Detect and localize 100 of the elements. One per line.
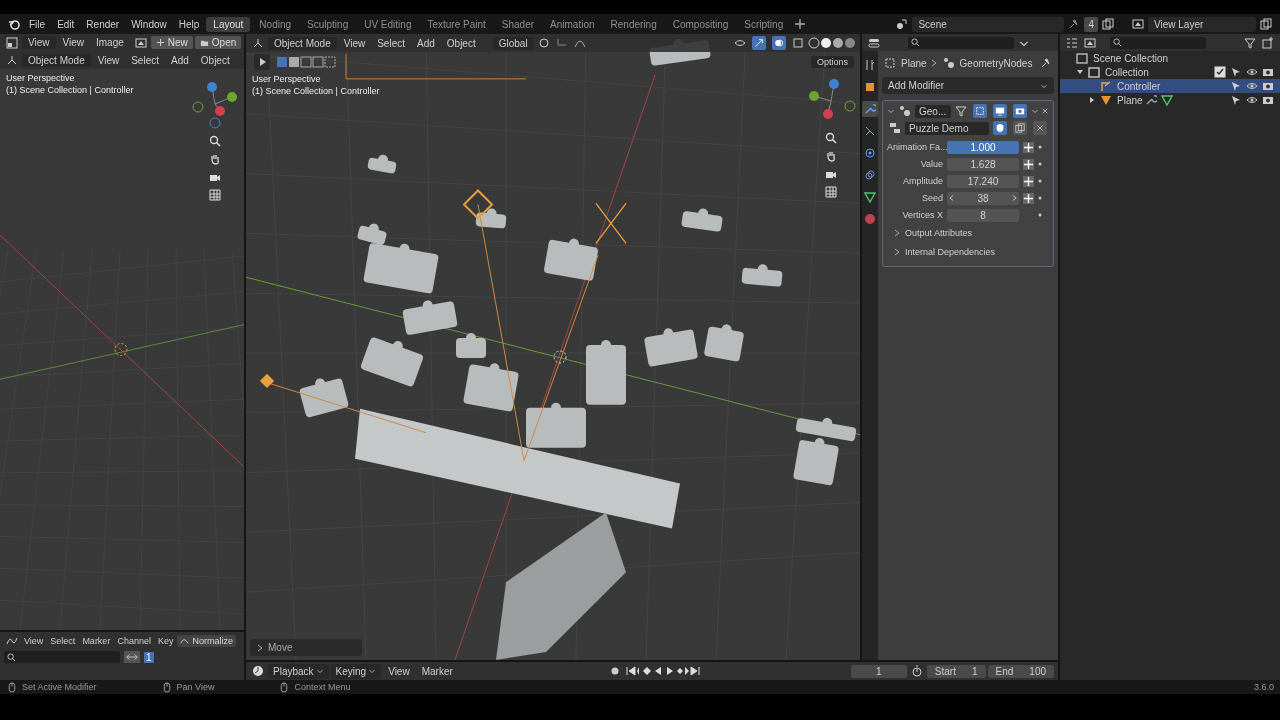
checkbox[interactable] [1214,66,1226,78]
outliner-row[interactable]: Plane [1060,93,1280,107]
menu-item[interactable]: Add [166,52,194,68]
workspace-tab[interactable]: Noding [252,16,299,32]
last-operator-panel[interactable]: Move [250,639,362,656]
start-frame-field[interactable]: Start 1 [926,664,986,678]
puzzle-piece[interactable] [356,223,388,246]
mesh-data-tab-icon[interactable] [862,189,878,205]
puzzle-piece[interactable] [586,340,626,405]
puzzle-slab[interactable] [355,408,680,529]
end-frame-field[interactable]: End 100 [987,664,1054,678]
hand-icon[interactable] [825,150,837,162]
zoom-icon[interactable] [209,135,221,147]
subpanel-header[interactable]: Internal Dependencies [887,244,1050,260]
material-tab-icon[interactable] [862,211,878,227]
overlay-toggle-icon[interactable] [772,36,786,50]
menu-item[interactable]: Render [81,16,125,32]
subpanel-header[interactable]: Output Attributes [887,225,1050,241]
empty-object-marker[interactable] [114,343,128,356]
outliner-row[interactable]: Controller [1060,79,1280,93]
camera-icon[interactable] [1262,66,1274,78]
editor-type-icon[interactable] [252,37,264,49]
add-modifier-dropdown[interactable]: Add Modifier [882,77,1055,94]
workspace-tab[interactable]: Scripting [737,16,791,32]
menu-item[interactable]: Keying [330,663,382,679]
new-image-button[interactable]: New [150,36,193,49]
workspace-tab[interactable]: Animation [543,16,602,32]
puzzle-piece[interactable] [795,417,857,442]
view-dropdown[interactable]: View [22,36,56,49]
camera-icon[interactable] [1262,80,1274,92]
editor-type-icon[interactable] [6,54,18,66]
keyframe-dot-icon[interactable] [1038,145,1042,149]
grid-icon[interactable] [209,189,221,201]
puzzle-piece[interactable] [703,324,745,362]
filter-icon[interactable] [955,105,967,117]
menu-item[interactable]: Window [126,16,172,32]
menu-item[interactable]: Edit [52,16,80,32]
modifier-name-field[interactable]: Geo... [915,104,951,118]
puzzle-stack[interactable] [496,512,626,660]
puzzle-piece[interactable] [367,154,397,174]
playback-controls-icon[interactable] [625,665,702,677]
wrench-tab-icon[interactable] [862,101,878,117]
filter-icon[interactable] [1244,36,1256,49]
mode-dropdown[interactable]: Object Mode [268,36,337,50]
attribute-toggle-icon[interactable] [1023,141,1034,153]
keyframe-dot-icon[interactable] [1038,213,1042,217]
menu-item[interactable]: View [92,52,125,68]
duplicate-icon[interactable] [1260,18,1272,30]
monitor-icon[interactable] [993,104,1007,118]
eye-icon[interactable] [1246,94,1258,106]
puzzle-piece[interactable] [456,333,486,358]
editor-type-icon[interactable] [252,665,264,677]
close-icon[interactable] [1041,107,1049,115]
attribute-toggle-icon[interactable] [1023,192,1034,204]
menu-item[interactable]: Select [47,633,79,648]
menu-item[interactable]: Marker [79,633,114,648]
search-field[interactable] [4,651,120,663]
menu-item[interactable]: Select [372,35,410,51]
workspace-tab[interactable]: UV Editing [357,16,419,32]
keyframe-dot-icon[interactable] [1038,179,1042,183]
menu-item[interactable]: View [383,663,415,679]
duplicate-icon[interactable] [1013,121,1028,135]
menu-item[interactable]: View [57,35,89,50]
number-field[interactable]: 17.240 [947,174,1019,188]
search-field[interactable] [908,36,1014,49]
camera-icon[interactable] [1013,104,1027,118]
attribute-toggle-icon[interactable] [1023,158,1034,170]
selection-mode-icons[interactable] [276,56,336,68]
swap-icon[interactable] [124,651,140,663]
zoom-icon[interactable] [825,132,837,144]
puzzle-piece[interactable] [402,300,458,336]
axis-gizmo-drawing[interactable] [190,79,240,129]
wrench-icon[interactable] [1144,94,1157,106]
stopwatch-icon[interactable] [910,665,923,677]
increment-icon[interactable] [1012,194,1017,202]
close-icon[interactable] [1033,121,1048,135]
workspace-tab[interactable]: Layout [206,16,251,32]
view-layer-field[interactable]: View Layer [1148,16,1256,32]
disclosure-icon[interactable] [1076,68,1084,76]
shading-modes-icon[interactable] [808,37,856,49]
menu-item[interactable]: Key [154,633,177,648]
current-frame-indicator[interactable]: 1 [144,651,154,663]
puzzle-piece[interactable] [475,208,507,229]
editor-type-icon[interactable] [6,36,18,49]
gizmo-toggle-icon[interactable] [752,36,766,50]
editor-type-icon[interactable] [868,36,880,49]
disclosure-icon[interactable] [1088,96,1096,104]
pivot-icon[interactable] [537,37,550,49]
keyframe-dot-icon[interactable] [1038,162,1042,166]
mode-dropdown[interactable]: Object Mode [22,53,91,67]
camera-icon[interactable] [1262,94,1274,106]
workspace-tab[interactable]: Compositing [665,16,736,32]
attribute-toggle-icon[interactable] [1023,175,1034,187]
node-group-field[interactable]: Puzzle Demo [905,121,990,135]
collapse-icon[interactable] [887,107,895,115]
select-tool-icon[interactable] [254,54,270,70]
eye-icon[interactable] [1246,66,1258,78]
proportional-icon[interactable] [573,37,586,49]
image-icon[interactable] [134,36,147,49]
new-collection-icon[interactable] [1262,36,1274,49]
